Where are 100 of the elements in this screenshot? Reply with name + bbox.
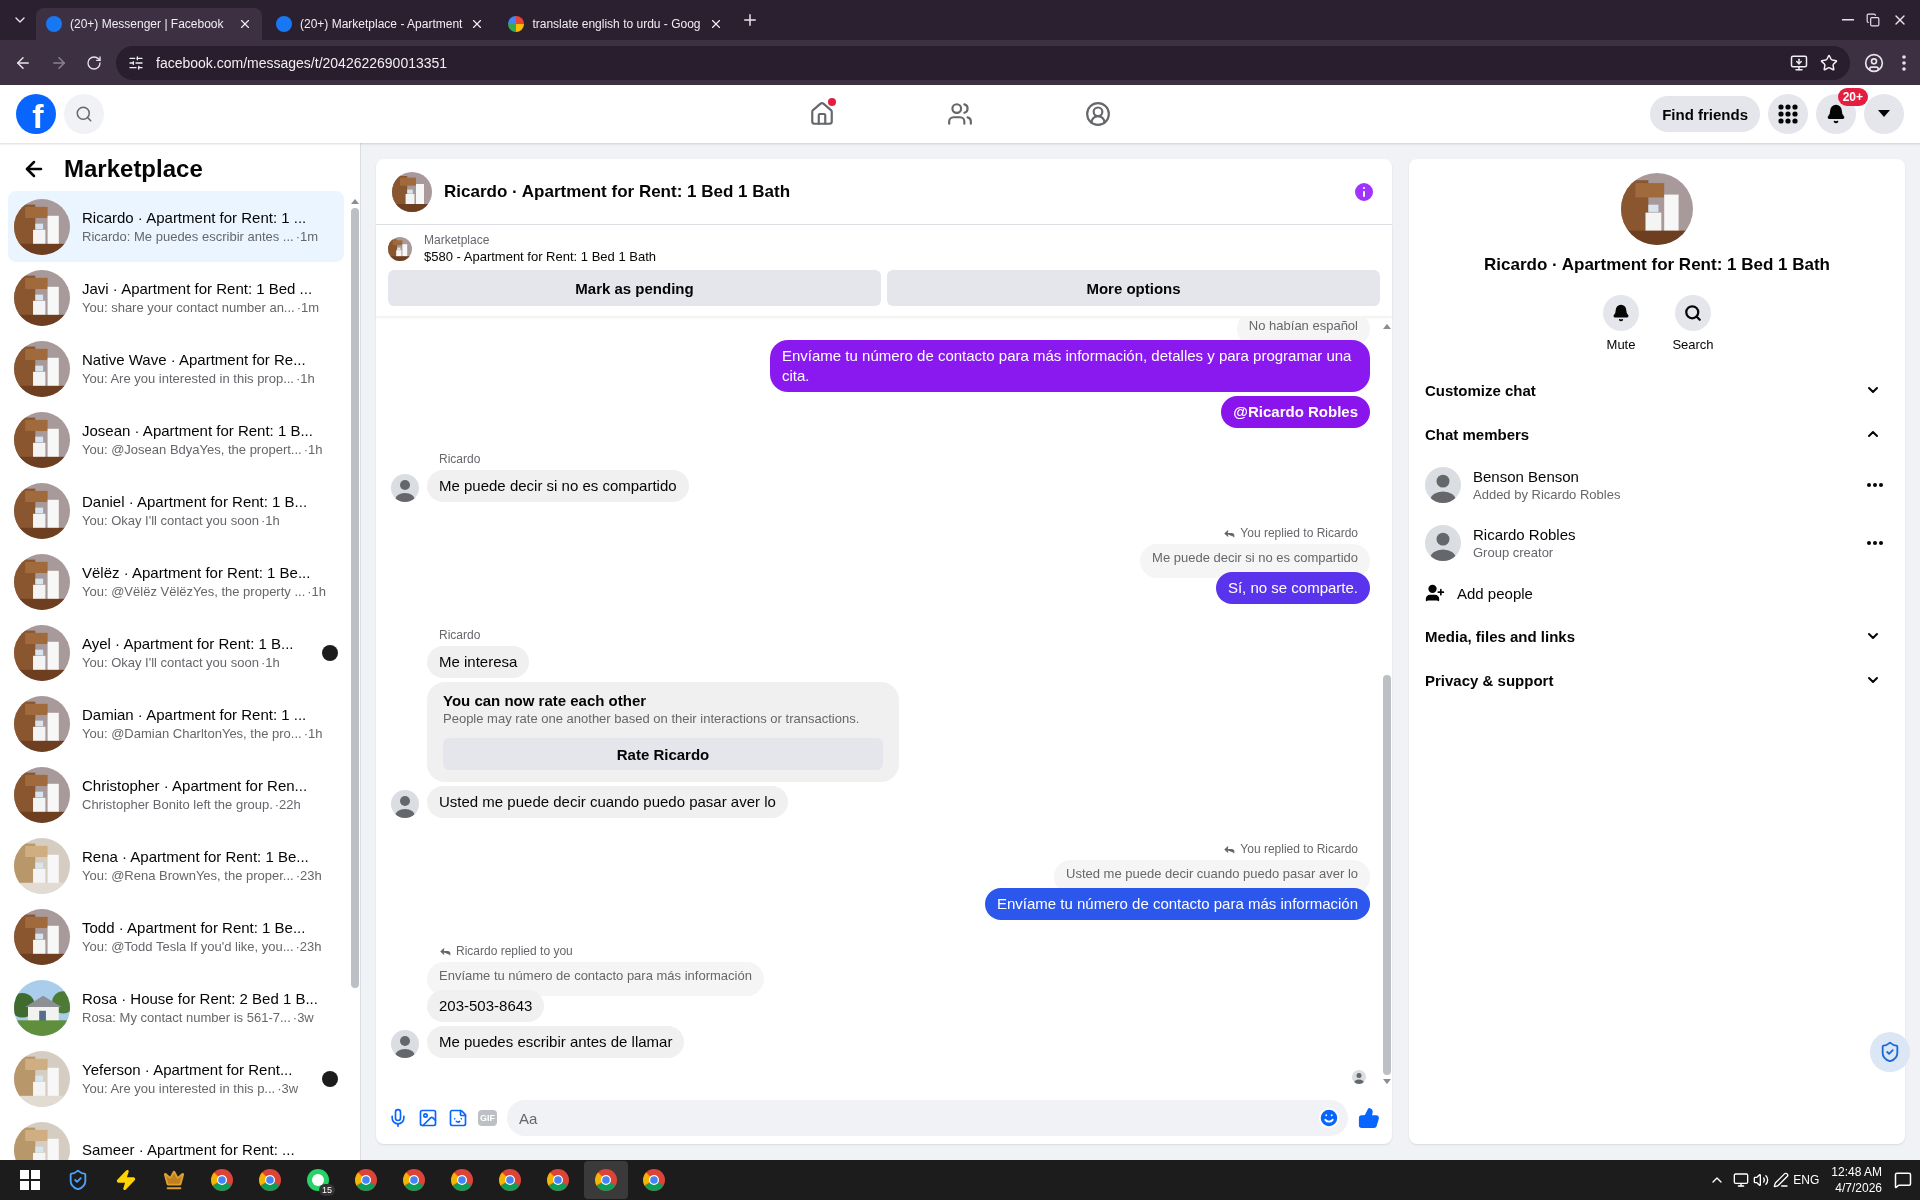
conversation-preview: You: share your contact number an... (82, 300, 295, 315)
account-button[interactable] (1864, 94, 1904, 134)
restore-icon (1866, 13, 1880, 27)
tab-favicon (46, 16, 62, 32)
conversation-title: Rena · Apartment for Rent: 1 Be... (82, 848, 310, 865)
conversation-title: Damian · Apartment for Rent: 1 ... (82, 706, 308, 723)
close-icon[interactable] (238, 17, 252, 31)
sticker-icon[interactable] (448, 1108, 468, 1128)
conversation-item[interactable]: Todd · Apartment for Rent: 1 Be... You: @Todd Tesla If you'd like, you...·23h (8, 901, 344, 972)
image-icon[interactable] (418, 1108, 438, 1128)
rate-button[interactable]: Rate Ricardo (443, 738, 883, 770)
message-bubble: Me interesa (427, 646, 530, 678)
taskbar-app[interactable] (584, 1161, 628, 1199)
browser-icon (450, 1168, 474, 1192)
conversation-title: Sameer · Apartment for Rent: ... (82, 1141, 296, 1158)
conversation-item[interactable]: Vëlëz · Apartment for Rent: 1 Be... You: @Vëlëz VëlëzYes, the property ...·1h (8, 546, 344, 617)
browser-tab[interactable]: (20+) Messenger | Facebook (36, 8, 262, 40)
clock-date[interactable]: 4/7/2026 (1835, 1180, 1882, 1196)
section-header[interactable]: Privacy & support (1425, 658, 1889, 702)
tab-favicon (276, 16, 292, 32)
conversation-title: Ayel · Apartment for Rent: 1 B... (82, 635, 295, 652)
member-name: Benson Benson (1473, 468, 1580, 485)
clock-time[interactable]: 12:48 AM (1831, 1164, 1882, 1180)
avatar (391, 1030, 419, 1058)
volume-icon[interactable] (1753, 1172, 1770, 1188)
pen-icon[interactable] (1773, 1172, 1790, 1188)
message-bubble: 203-503-8643 (427, 990, 545, 1022)
windows-icon (20, 1170, 40, 1190)
conversation-preview: Ricardo: Me puedes escribir antes ... (82, 229, 294, 244)
conversation-time: ·23h (295, 939, 322, 954)
listing-button[interactable]: Mark as pending (388, 270, 881, 306)
section-header[interactable]: Media, files and links (1425, 614, 1889, 658)
conversation-time: ·1h (303, 726, 323, 741)
network-icon[interactable] (1733, 1172, 1750, 1188)
install-icon[interactable] (1790, 53, 1808, 72)
shield-icon (1879, 1041, 1901, 1063)
conversation-preview: You: Okay I'll contact you soon (82, 655, 259, 670)
listing-button[interactable]: More options (887, 270, 1380, 306)
conversation-item[interactable]: Christopher · Apartment for Ren... Christopher Bonito left the group.·22h (8, 759, 344, 830)
conversation-preview: You: @Vëlëz VëlëzYes, the property ... (82, 584, 306, 599)
rating-description: People may rate one another based on their interactions or transactions. (443, 711, 861, 726)
browser-tab[interactable]: translate english to urdu - Goog (498, 8, 733, 40)
conversation-item[interactable]: Javi · Apartment for Rent: 1 Bed ... You: share your contact number an...·1m (8, 262, 344, 333)
facebook-logo[interactable]: f (16, 94, 56, 134)
conversation-item[interactable]: Ayel · Apartment for Rent: 1 B... You: Okay I'll contact you soon·1h (8, 617, 344, 688)
section-header[interactable]: Chat members (1425, 412, 1889, 456)
conversation-time: ·3w (292, 1010, 314, 1025)
avatar (1425, 467, 1461, 503)
menu-grid-button[interactable] (1768, 94, 1808, 134)
search-button[interactable] (64, 94, 104, 134)
browser-tab[interactable]: (20+) Marketplace - Apartment (266, 8, 495, 40)
address-bar[interactable]: facebook.com/messages/t/2042622690013351 (116, 45, 1850, 80)
conversation-title: Josean · Apartment for Rent: 1 B... (82, 422, 314, 439)
reply-note: You replied to Ricardo (1223, 842, 1358, 856)
message-bubble: Envíame tu número de contacto para más información, detalles y para programar una cita. (770, 340, 1370, 392)
find-friends-button[interactable]: Find friends (1650, 96, 1760, 132)
member-note: Group creator (1473, 545, 1555, 560)
taskbar-app[interactable]: 15 (296, 1161, 340, 1199)
conversation-item[interactable]: Rena · Apartment for Rent: 1 Be... You: @Rena BrownYes, the proper...·23h (8, 830, 344, 901)
section-header[interactable]: Customize chat (1425, 368, 1889, 412)
conversation-item[interactable]: Ricardo · Apartment for Rent: 1 ... Ricardo: Me puedes escribir antes ...·1m (8, 191, 344, 262)
emoji-icon[interactable] (1318, 1107, 1340, 1129)
conversation-preview: You: Are you interested in this prop... (82, 371, 294, 386)
conversation-time: ·1h (260, 655, 280, 670)
notifications-icon[interactable] (1894, 1171, 1912, 1189)
conversation-time: ·1h (303, 442, 323, 457)
site-info-icon[interactable] (128, 54, 144, 71)
microphone-icon[interactable] (388, 1108, 408, 1128)
notification-badge: 20+ (1837, 88, 1868, 106)
chat-icon (306, 1168, 330, 1192)
message-field[interactable]: Aa (507, 1100, 1348, 1136)
conversation-time: ·1h (307, 584, 327, 599)
bookmark-icon[interactable] (1820, 53, 1838, 72)
conversation-time: ·1m (296, 300, 320, 315)
quoted-message: Envíame tu número de contacto para más información (427, 962, 764, 996)
conversation-item[interactable]: Rosa · House for Rent: 2 Bed 1 B... Rosa: My contact number is 561-7...·3w (8, 972, 344, 1043)
sidebar-title: Marketplace (64, 155, 203, 183)
like-icon[interactable] (1358, 1107, 1380, 1129)
conversation-preview: You: @Josean BdyaYes, the propert... (82, 442, 302, 457)
language-indicator[interactable]: ENG (1793, 1173, 1820, 1187)
browser-icon (498, 1168, 522, 1192)
conversation-item[interactable]: Native Wave · Apartment for Re... You: Are you interested in this prop...·1h (8, 333, 344, 404)
conversation-item[interactable]: Daniel · Apartment for Rent: 1 B... You: Okay I'll contact you soon·1h (8, 475, 344, 546)
conversation-title: Native Wave · Apartment for Re... (82, 351, 307, 368)
action-button[interactable]: Mute (1593, 295, 1649, 352)
reply-note: You replied to Ricardo (1223, 526, 1358, 540)
conversation-item[interactable]: Yeferson · Apartment for Rent... You: Are you interested in this p...·3w (8, 1043, 344, 1114)
conversation-title: Javi · Apartment for Rent: 1 Bed ... (82, 280, 314, 297)
conversation-item[interactable]: Josean · Apartment for Rent: 1 B... You: @Josean BdyaYes, the propert...·1h (8, 404, 344, 475)
message-bubble: Me puedes escribir antes de llamar (427, 1026, 685, 1058)
action-button[interactable]: Search (1665, 295, 1721, 352)
browser-icon (594, 1168, 618, 1192)
search-icon (75, 105, 93, 123)
app-badge: 15 (319, 1184, 335, 1196)
ellipsis-icon (1867, 541, 1883, 545)
add-people-button[interactable]: Add people (1425, 572, 1889, 614)
conversation-item[interactable]: Damian · Apartment for Rent: 1 ... You: @Damian CharltonYes, the pro...·1h (8, 688, 344, 759)
bolt-icon (115, 1169, 137, 1191)
url-text: facebook.com/messages/t/2042622690013351 (156, 54, 449, 71)
chat-title: Ricardo · Apartment for Rent: 1 Bed 1 Bath (444, 181, 792, 202)
